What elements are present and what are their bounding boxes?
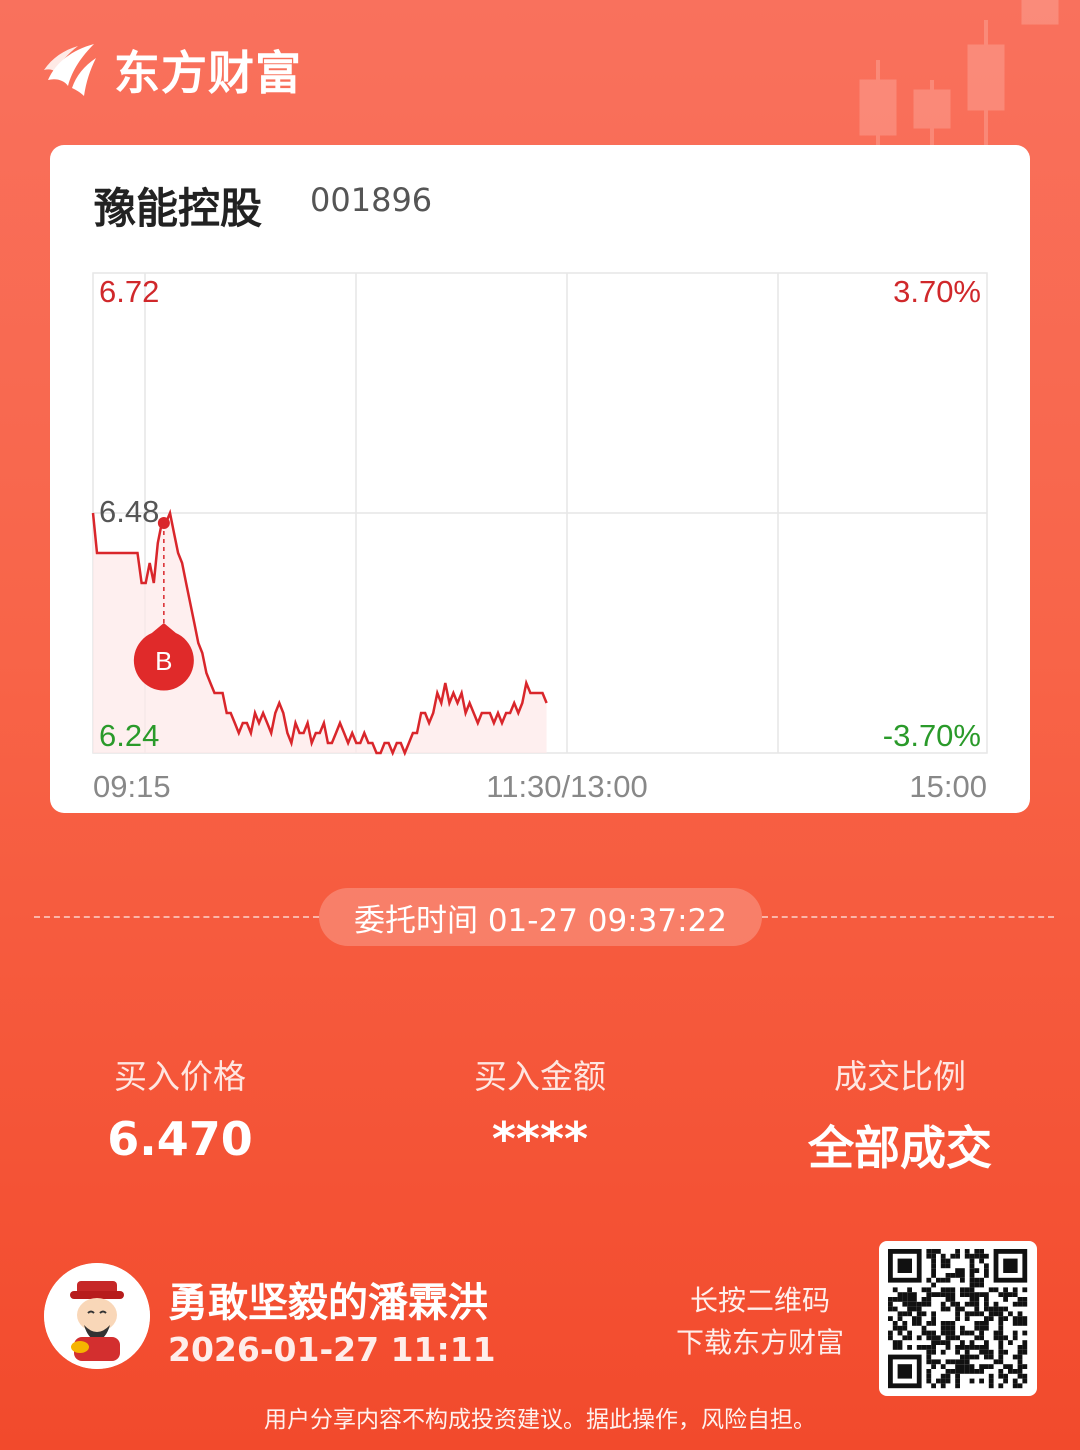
- y-label-bottom-right: -3.70%: [883, 718, 981, 753]
- stat-value: 全部成交: [808, 1121, 992, 1175]
- divider-right: [762, 916, 1054, 918]
- qr-code[interactable]: [879, 1241, 1037, 1396]
- buy-marker-dot: [157, 517, 170, 529]
- east-money-logo-icon: [44, 44, 96, 96]
- god-of-wealth-avatar-icon: [44, 1263, 150, 1369]
- stat-fill-ratio: 成交比例 全部成交: [750, 1050, 1050, 1178]
- background-candles-icon: [859, 0, 1059, 150]
- brand-header: 东方财富: [42, 38, 302, 102]
- qr-hint-line2: 下载东方财富: [675, 1326, 844, 1359]
- divider-left: [34, 916, 319, 918]
- brand-name: 东方财富: [114, 46, 302, 100]
- x-label-open: 09:15: [93, 769, 171, 804]
- order-time-pill: 委托时间 01-27 09:37:22: [319, 888, 762, 946]
- qr-code-icon: [888, 1249, 1028, 1389]
- intraday-chart: B 6.72 6.48 6.24 3.70% -3.70% 09:15 11:3…: [91, 272, 988, 804]
- stat-label: 买入价格: [114, 1057, 246, 1096]
- stat-value: ****: [491, 1112, 589, 1166]
- x-label-midday: 11:30/13:00: [486, 769, 647, 804]
- y-label-bottom-left: 6.24: [99, 718, 159, 753]
- username: 勇敢坚毅的潘霖洪: [168, 1280, 488, 1326]
- stat-buy-price: 买入价格 6.470: [30, 1050, 330, 1166]
- y-label-mid-left: 6.48: [99, 494, 159, 529]
- stat-value: 6.470: [107, 1112, 253, 1166]
- stat-label: 成交比例: [834, 1057, 966, 1096]
- x-label-close: 15:00: [909, 769, 987, 804]
- qr-hint: 长按二维码 下载东方财富: [660, 1280, 860, 1364]
- stock-card: 豫能控股 001896 B 6.72 6.48 6.24 3.70% -3.70…: [50, 145, 1030, 813]
- avatar[interactable]: [44, 1263, 150, 1369]
- disclaimer: 用户分享内容不构成投资建议。据此操作，风险自担。: [264, 1407, 816, 1433]
- y-label-top-right: 3.70%: [893, 274, 981, 309]
- y-label-top-left: 6.72: [99, 274, 159, 309]
- qr-hint-line1: 长按二维码: [689, 1284, 830, 1317]
- order-time: 委托时间 01-27 09:37:22: [353, 902, 727, 939]
- stat-label: 买入金额: [474, 1057, 606, 1096]
- stat-buy-amount: 买入金额 ****: [390, 1050, 690, 1166]
- share-time: 2026-01-27 11:11: [168, 1330, 496, 1369]
- buy-marker-label: B: [155, 646, 172, 676]
